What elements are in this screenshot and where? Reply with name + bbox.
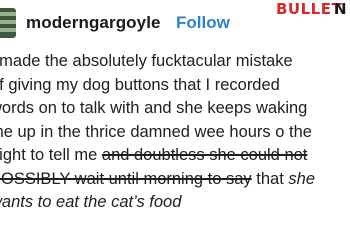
post-text-segment: POSSIBLY wait until morning to say [0, 169, 252, 188]
post-text-segment: me up in the thrice damned wee hours o t… [0, 122, 312, 141]
post-line: of giving my dog buttons that I recorded [0, 74, 350, 98]
post-text-segment: she [288, 169, 315, 188]
post-text-segment: of giving my dog buttons that I recorded [0, 75, 280, 94]
post-line: I made the absolutely fucktacular mistak… [0, 50, 350, 74]
post-line: me up in the thrice damned wee hours o t… [0, 121, 350, 145]
bulletin-logo: BULLET N [274, 0, 350, 18]
post-line: words on to talk with and she keeps waki… [0, 97, 350, 121]
post-text-segment: wants to eat the cat’s food [0, 193, 182, 211]
logo-text-suffix: N [334, 0, 347, 18]
username[interactable]: moderngargoyle [26, 13, 161, 33]
post-text-segment: and doubtless she could not [101, 146, 308, 164]
post-text-segment: that [251, 169, 289, 188]
post-text-segment: I made the absolutely fucktacular mistak… [0, 52, 293, 70]
post-text-segment: night to tell me [0, 146, 102, 164]
post-line: POSSIBLY wait until morning to say that … [0, 168, 350, 192]
logo-text: BULLET [276, 0, 343, 18]
tumblr-post: moderngargoyle Follow I made the absolut… [0, 0, 350, 250]
post-body: I made the absolutely fucktacular mistak… [0, 50, 350, 215]
post-line: night to tell me and doubtless she could… [0, 144, 350, 168]
post-line: wants to eat the cat’s food [0, 191, 350, 215]
follow-button[interactable]: Follow [176, 13, 230, 33]
post-text-segment: words on to talk with and she keeps waki… [0, 99, 308, 117]
avatar[interactable] [0, 8, 16, 38]
